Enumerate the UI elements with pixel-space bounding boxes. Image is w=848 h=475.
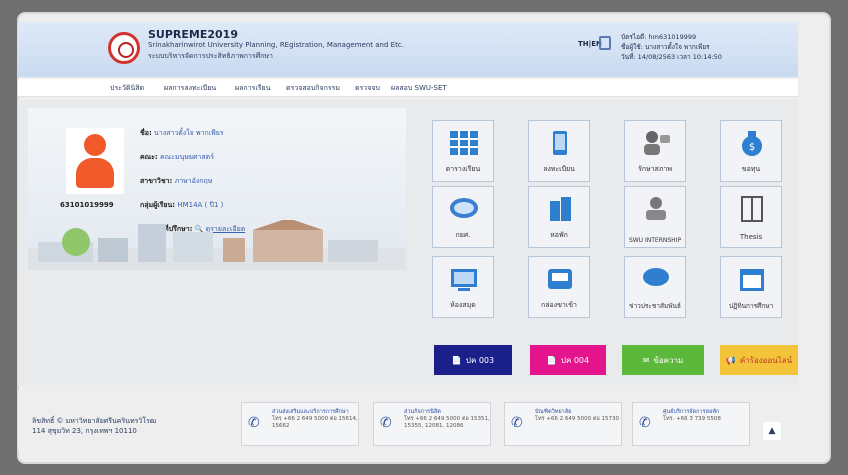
megaphone-icon: 📢 bbox=[725, 355, 736, 365]
phone-icon: ✆ bbox=[380, 415, 392, 431]
tile-student-loan[interactable]: กยศ. bbox=[432, 186, 494, 248]
nav-registration-results[interactable]: ผลการลงทะเบียน bbox=[164, 83, 216, 94]
user-code: บัตรไอดี: hm631019999 bbox=[621, 33, 697, 41]
contact-card: ✆ ศูนย์บริการจัดการหอพัก โทร. +66 3 739 5… bbox=[632, 402, 750, 446]
online-request-button[interactable]: 📢 คำร้องออนไลน์ bbox=[720, 345, 798, 375]
phone-icon: ✆ bbox=[248, 415, 260, 431]
tile-register[interactable]: ลงทะเบียน bbox=[528, 120, 590, 182]
profile-card: 63101019999 ชื่อ: นางสาวตั้งใจ พากเพียร … bbox=[28, 108, 406, 270]
nav-activities[interactable]: ตรวจสอบกิจกรรม bbox=[286, 83, 340, 94]
profile-faculty: คณะ: คณะมนุษยศาสตร์ bbox=[140, 153, 214, 161]
inbox-icon bbox=[548, 269, 572, 289]
tile-class-schedule[interactable]: ตารางเรียน bbox=[432, 120, 494, 182]
logout-icon[interactable] bbox=[599, 36, 611, 50]
svg-text:$: $ bbox=[749, 142, 755, 153]
person-chat-icon bbox=[644, 131, 670, 155]
user-name: ชื่อผู้ใช้: นางสาวตั้งใจ พากเพียร bbox=[621, 43, 710, 51]
tile-inbox[interactable]: กล่องขาเข้า bbox=[528, 256, 590, 318]
pk003-button[interactable]: 📄 ปค 003 bbox=[434, 345, 512, 375]
profile-group: กลุ่มผู้เรียน: HM14A ( ปี1 ) bbox=[140, 201, 224, 209]
app-title: SUPREME2019 bbox=[148, 28, 238, 41]
contact-card: ✆ ส่วนกิจการนิสิต โทร +66 2 649 5000 ต่อ … bbox=[373, 402, 491, 446]
login-datetime: วันที่: 14/08/2563 เวลา 10:14:50 bbox=[621, 53, 722, 61]
tile-swu-internship[interactable]: SWU INTERNSHIP bbox=[624, 186, 686, 248]
tile-academic-calendar[interactable]: ปฏิทินการศึกษา bbox=[720, 256, 782, 318]
phone-icon: ✆ bbox=[639, 415, 651, 431]
tile-library[interactable]: ห้องสมุด bbox=[432, 256, 494, 318]
tile-news[interactable]: ข่าวประชาสัมพันธ์ bbox=[624, 256, 686, 318]
pk004-button[interactable]: 📄 ปค 004 bbox=[530, 345, 606, 375]
student-id: 63101019999 bbox=[60, 201, 114, 209]
profile-major: สาขาวิชา: ภาษาอังกฤษ bbox=[140, 177, 213, 185]
message-button[interactable]: ✉ ข้อความ bbox=[622, 345, 704, 375]
tile-scholarship[interactable]: $ ขอทุน bbox=[720, 120, 782, 182]
calendar-icon bbox=[740, 269, 764, 291]
header: SUPREME2019 Srinakharinwirot University … bbox=[18, 22, 798, 77]
money-bag-icon: $ bbox=[742, 131, 762, 156]
library-icon bbox=[451, 269, 477, 291]
user-info: บัตรไอดี: hm631019999 ชื่อผู้ใช้: นางสาว… bbox=[621, 32, 722, 62]
footer: ลิขสิทธิ์ © มหาวิทยาลัยศรีนครินทรวิโรฒ 1… bbox=[18, 390, 798, 450]
tile-thesis[interactable]: Thesis bbox=[720, 186, 782, 248]
main-content: 63101019999 ชื่อ: นางสาวตั้งใจ พากเพียร … bbox=[18, 100, 798, 385]
internship-icon bbox=[646, 197, 666, 220]
contact-card: ✆ ส่วนส่งเสริมและบริการการศึกษา โทร +66 2… bbox=[241, 402, 359, 446]
phone-register-icon bbox=[553, 131, 567, 155]
chat-bubble-icon bbox=[643, 268, 669, 286]
nav-student-profile[interactable]: ประวัตินิสิต bbox=[110, 83, 144, 94]
nav-grades[interactable]: ผลการเรียน bbox=[235, 83, 270, 94]
app-subtitle: Srinakharinwirot University Planning, RE… bbox=[148, 41, 404, 49]
contact-card: ✆ บัณฑิตวิทยาลัย โทร +66 2 649 5000 ต่อ 1… bbox=[504, 402, 622, 446]
tile-status-maintenance[interactable]: รักษาสภาพ bbox=[624, 120, 686, 182]
document-icon: 📄 bbox=[451, 355, 462, 365]
nav-swu-set[interactable]: ผลสอบ SWU-SET bbox=[391, 83, 447, 94]
campus-skyline-illustration bbox=[28, 220, 406, 270]
scroll-to-top-button[interactable]: ▲ bbox=[763, 422, 781, 440]
app-subtitle-th: ระบบบริหารจัดการประสิทธิภาพการศึกษา bbox=[148, 52, 273, 60]
profile-name: ชื่อ: นางสาวตั้งใจ พากเพียร bbox=[140, 129, 224, 137]
student-loan-icon bbox=[450, 198, 478, 218]
tile-dormitory[interactable]: หอพัก bbox=[528, 186, 590, 248]
book-icon bbox=[741, 196, 763, 222]
message-icon: ✉ bbox=[642, 355, 650, 365]
university-logo bbox=[108, 32, 140, 64]
phone-icon: ✆ bbox=[511, 415, 523, 431]
nav-graduation-check[interactable]: ตรวจจบ bbox=[355, 83, 380, 94]
table-icon bbox=[450, 131, 478, 155]
document-icon: 📄 bbox=[546, 355, 557, 365]
avatar bbox=[66, 128, 124, 194]
top-nav: ประวัตินิสิต ผลการลงทะเบียน ผลการเรียน ต… bbox=[18, 79, 798, 97]
building-icon bbox=[550, 197, 571, 221]
copyright: ลิขสิทธิ์ © มหาวิทยาลัยศรีนครินทรวิโรฒ 1… bbox=[32, 417, 157, 435]
